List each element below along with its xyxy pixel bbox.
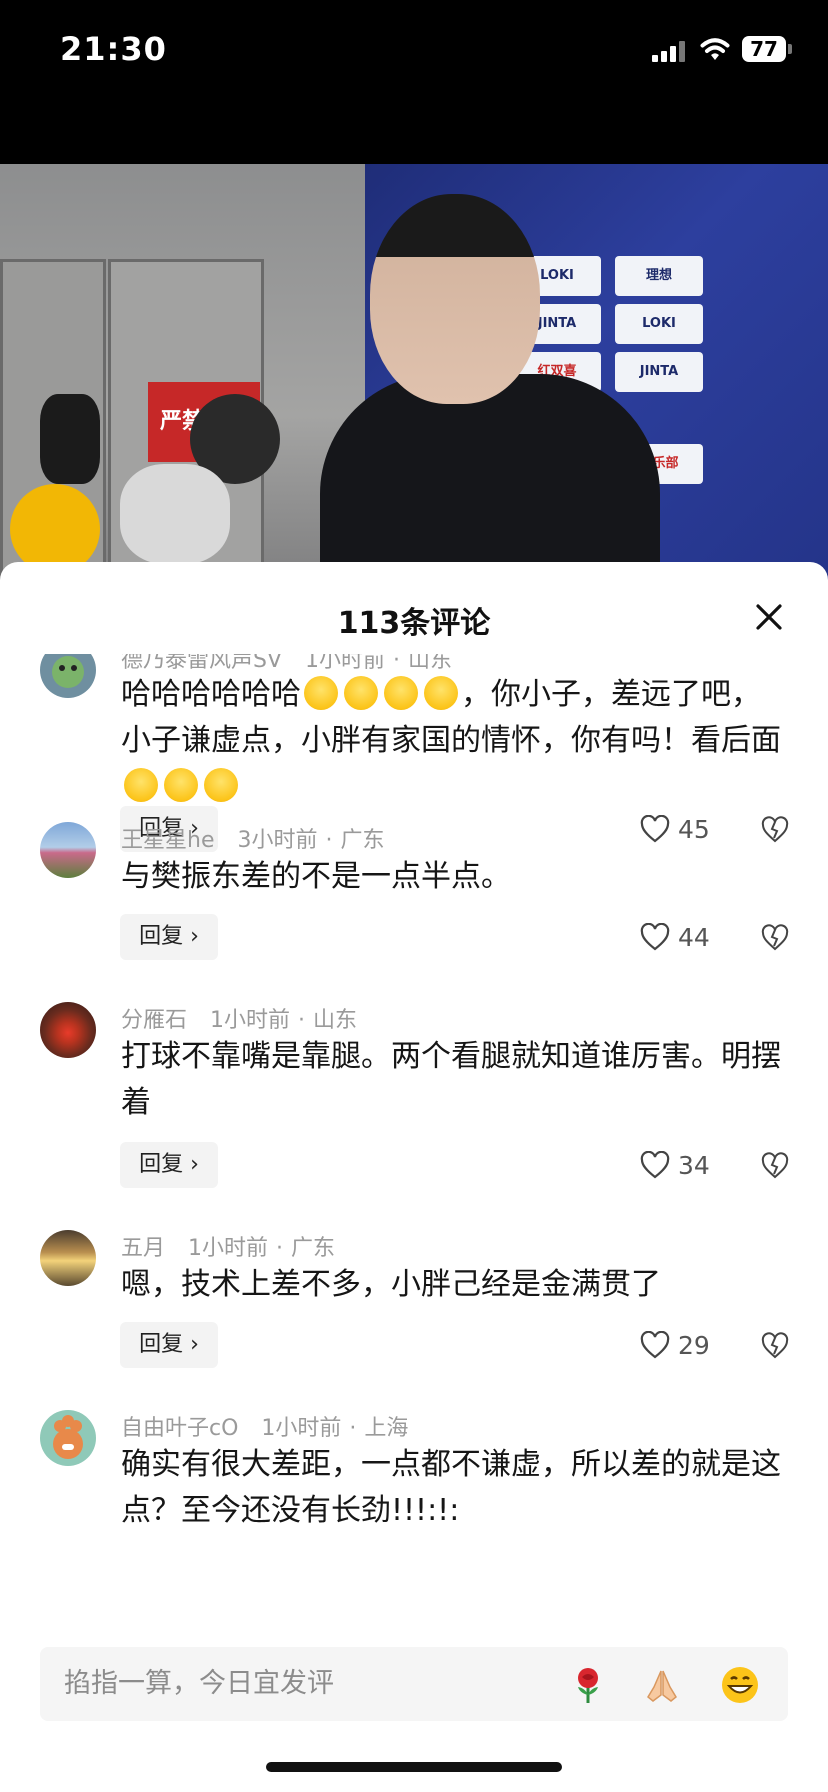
avatar[interactable] <box>40 1410 96 1466</box>
grin-emoji-icon[interactable] <box>720 1665 760 1705</box>
comment-meta: 德乃泰雷风声SV 1小时前 · 山东 <box>121 654 452 674</box>
cellular-signal-icon <box>652 40 686 62</box>
heart-icon <box>640 1151 670 1179</box>
microphone <box>40 394 100 484</box>
status-bar: 21:30 77 <box>0 0 828 164</box>
status-time: 21:30 <box>60 30 167 68</box>
comment-text: 与樊振东差的不是一点半点。 <box>121 859 511 894</box>
laugh-emoji-icon <box>204 768 238 802</box>
dislike-icon[interactable] <box>760 814 790 844</box>
comment-text: 哈哈哈哈哈哈 ，你小子，差远了吧，小子谦虚点，小胖有家国的情怀，你有吗！看后面 <box>121 672 781 810</box>
wifi-icon <box>700 38 730 60</box>
dislike-icon[interactable] <box>760 1150 790 1180</box>
username[interactable]: 五月 <box>121 1236 165 1261</box>
dislike-icon[interactable] <box>760 1330 790 1360</box>
username[interactable]: 自由叶子cO <box>121 1416 238 1441</box>
comment-time: 1小时前 <box>210 1008 291 1033</box>
home-indicator[interactable] <box>266 1762 562 1772</box>
heart-icon <box>640 1331 670 1359</box>
comment-location: 山东 <box>313 1008 358 1033</box>
comment-input-placeholder: 掐指一算，今日宜发评 <box>64 1668 334 1699</box>
like-button[interactable]: 34 <box>640 1142 710 1188</box>
like-button[interactable]: 29 <box>640 1322 710 1368</box>
username[interactable]: 王星星he <box>121 828 214 853</box>
comment-location: 广东 <box>291 1236 336 1261</box>
avatar[interactable] <box>40 822 96 878</box>
like-count: 34 <box>678 1150 710 1180</box>
dislike-icon[interactable] <box>760 922 790 952</box>
comment-time: 1小时前 <box>188 1236 269 1261</box>
reply-button[interactable]: 回复 › <box>120 1322 218 1368</box>
microphone <box>10 484 100 574</box>
comment-text: 确实有很大差距，一点都不谦虚，所以差的就是这点？至今还没有长劲!!!:!: <box>121 1447 781 1528</box>
comment-time: 3小时前 <box>237 828 318 853</box>
rose-icon[interactable] <box>568 1665 608 1705</box>
comment-time: 1小时前 <box>305 654 386 673</box>
comment-meta: 王星星he 3小时前 · 广东 <box>121 828 385 853</box>
comment-text: 打球不靠嘴是靠腿。两个看腿就知道谁厉害。明摆着 <box>121 1039 781 1120</box>
like-count: 29 <box>678 1330 710 1360</box>
laugh-emoji-icon <box>164 768 198 802</box>
comment-list[interactable]: 德乃泰雷风声SV 1小时前 · 山东 哈哈哈哈哈哈 ，你小子，差远了吧，小子谦虚点，小… <box>0 654 828 1634</box>
username[interactable]: 德乃泰雷风声SV <box>121 654 282 673</box>
comment-meta: 分雁石 1小时前 · 山东 <box>121 1008 358 1033</box>
interviewee <box>320 194 690 584</box>
reply-button[interactable]: 回复 › <box>120 914 218 960</box>
praying-hands-icon[interactable] <box>642 1665 682 1705</box>
battery-icon: 77 <box>742 36 786 62</box>
close-icon[interactable] <box>752 600 786 634</box>
avatar[interactable] <box>40 654 96 698</box>
comment-location: 广东 <box>340 828 385 853</box>
comment-location: 山东 <box>408 654 453 673</box>
comments-count-title: 113条评论 <box>337 606 491 641</box>
battery-tip <box>788 44 792 54</box>
heart-icon <box>640 923 670 951</box>
comment-text: 嗯，技术上差不多，小胖己经是金满贯了 <box>121 1267 661 1302</box>
comment-input[interactable]: 掐指一算，今日宜发评 <box>40 1647 788 1721</box>
comments-sheet: 113条评论 德乃泰雷风声SV 1小时前 · 山东 哈哈哈哈哈哈 ，你小子，差远了吧，… <box>0 562 828 1792</box>
smile-emoji-icon <box>384 676 418 710</box>
comment-location: 上海 <box>364 1416 409 1441</box>
heart-icon <box>640 815 670 843</box>
smile-emoji-icon <box>304 676 338 710</box>
reply-button[interactable]: 回复 › <box>120 1142 218 1188</box>
laugh-emoji-icon <box>124 768 158 802</box>
comment-meta: 五月 1小时前 · 广东 <box>121 1236 336 1261</box>
video-player[interactable]: 严禁出入 LOKI 理想 JINTA LOKI 红双喜 JINTA 俱乐部 <box>0 164 828 584</box>
smile-emoji-icon <box>344 676 378 710</box>
smile-emoji-icon <box>424 676 458 710</box>
comment-meta: 自由叶子cO 1小时前 · 上海 <box>121 1416 409 1441</box>
username[interactable]: 分雁石 <box>121 1008 187 1033</box>
comment-time: 1小时前 <box>261 1416 342 1441</box>
like-button[interactable]: 45 <box>640 806 710 852</box>
avatar[interactable] <box>40 1230 96 1286</box>
like-count: 44 <box>678 922 710 952</box>
avatar[interactable] <box>40 1002 96 1058</box>
like-count: 45 <box>678 814 710 844</box>
microphone <box>120 464 230 564</box>
like-button[interactable]: 44 <box>640 914 710 960</box>
